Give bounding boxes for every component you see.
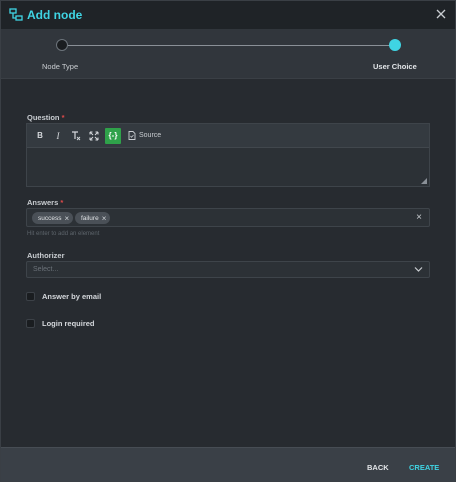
- editor-toolbar: B I {-} Source: [27, 124, 429, 148]
- dialog-title: Add node: [27, 8, 83, 22]
- answer-tag-label: success: [38, 214, 62, 222]
- node-graph-icon: [9, 8, 23, 21]
- answer-tag: failure ×: [75, 212, 111, 224]
- close-icon[interactable]: [435, 8, 447, 20]
- insert-variable-button[interactable]: {-}: [105, 127, 121, 144]
- authorizer-label: Authorizer: [27, 251, 65, 260]
- italic-button[interactable]: I: [51, 128, 65, 144]
- clear-all-icon[interactable]: ×: [416, 213, 422, 223]
- step-indicator-user-choice[interactable]: [389, 39, 401, 51]
- resize-handle-icon[interactable]: [421, 178, 427, 184]
- source-button[interactable]: Source: [128, 128, 161, 144]
- required-mark: *: [61, 113, 65, 122]
- maximize-icon: [89, 131, 99, 140]
- remove-tag-icon[interactable]: ×: [64, 214, 69, 223]
- step-label-user-choice: User Choice: [373, 62, 417, 71]
- answer-by-email-checkbox[interactable]: [26, 291, 35, 301]
- remove-format-button[interactable]: [69, 128, 83, 144]
- add-node-dialog: Add node Node Type User Choice Question …: [0, 0, 456, 482]
- create-button[interactable]: CREATE: [409, 463, 439, 472]
- remove-tag-icon[interactable]: ×: [102, 214, 107, 223]
- document-icon: [128, 131, 136, 140]
- answer-by-email-row: Answer by email: [26, 290, 101, 302]
- chevron-down-icon: [414, 267, 423, 272]
- login-required-checkbox[interactable]: [26, 318, 35, 328]
- login-required-row: Login required: [26, 317, 95, 329]
- authorizer-select[interactable]: Select...: [26, 261, 430, 278]
- answers-label: Answers *: [27, 198, 63, 207]
- answer-by-email-label: Answer by email: [42, 291, 102, 301]
- question-editor: B I {-} Source: [26, 123, 430, 187]
- authorizer-placeholder: Select...: [33, 266, 59, 273]
- back-button[interactable]: BACK: [367, 463, 389, 472]
- required-mark: *: [60, 198, 64, 207]
- stepper-connector: [62, 45, 395, 46]
- source-button-label: Source: [139, 132, 162, 139]
- answers-hint: Hit enter to add an element: [27, 231, 100, 237]
- question-label: Question *: [27, 113, 65, 122]
- question-textarea[interactable]: [27, 148, 429, 186]
- question-label-text: Question: [27, 113, 60, 122]
- remove-format-icon: [72, 130, 81, 140]
- login-required-label: Login required: [42, 318, 95, 328]
- dialog-header: Add node: [1, 1, 455, 29]
- bold-button[interactable]: B: [33, 128, 47, 144]
- answer-tag: success ×: [32, 212, 74, 224]
- answer-tag-label: failure: [81, 214, 99, 222]
- answers-input[interactable]: success × failure × ×: [26, 208, 430, 227]
- maximize-button[interactable]: [87, 128, 101, 144]
- answers-label-text: Answers: [27, 198, 59, 207]
- step-label-node-type: Node Type: [42, 62, 79, 71]
- dialog-footer: BACK CREATE: [1, 447, 455, 481]
- stepper: Node Type User Choice: [1, 29, 455, 79]
- step-indicator-node-type[interactable]: [56, 39, 68, 51]
